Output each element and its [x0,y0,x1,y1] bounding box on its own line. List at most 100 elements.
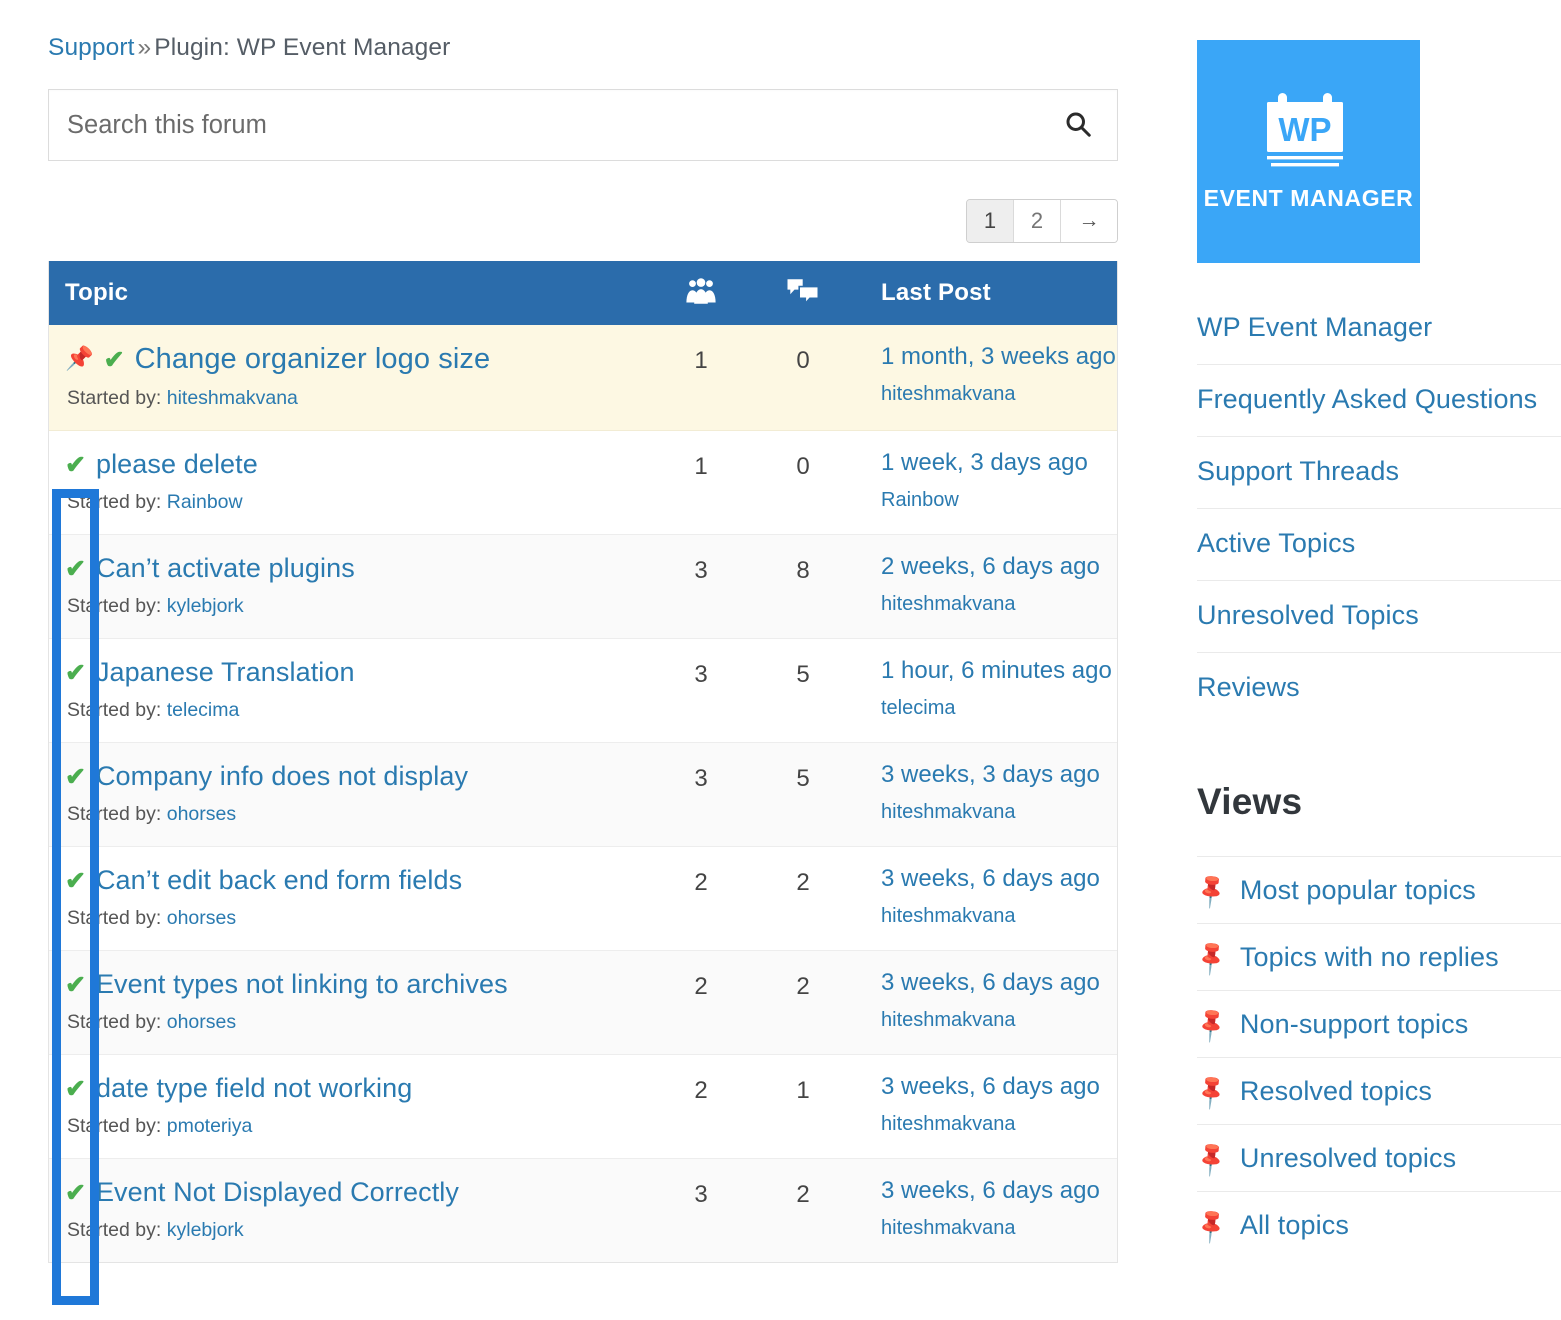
views-item-non-support-topics[interactable]: 📌 Non-support topics [1197,990,1561,1057]
last-post-time-link[interactable]: 3 weeks, 6 days ago [881,1073,1117,1101]
views-item-topics-with-no-replies[interactable]: 📌 Topics with no replies [1197,923,1561,990]
views-link[interactable]: Non-support topics [1240,1009,1468,1040]
column-header-voices [651,278,751,309]
sidebar-item-unresolved-topics[interactable]: Unresolved Topics [1197,581,1561,653]
topic-author-link[interactable]: kylebjork [167,1219,244,1241]
pin-icon: 📌 [1193,1073,1231,1111]
table-row[interactable]: ✔ Japanese Translation Started by: telec… [49,639,1117,743]
plugin-logo-title: EVENT MANAGER [1204,185,1414,212]
views-item-all-topics[interactable]: 📌 All topics [1197,1191,1561,1258]
topic-link[interactable]: date type field not working [96,1073,412,1104]
sidebar-nav: WP Event Manager Frequently Asked Questi… [1197,293,1561,724]
table-row[interactable]: ✔ Event Not Displayed Correctly Started … [49,1159,1117,1262]
sidebar-link[interactable]: Reviews [1197,672,1300,702]
search-input[interactable] [49,90,1117,160]
topic-author-link[interactable]: telecima [167,699,240,721]
last-post-time-link[interactable]: 1 week, 3 days ago [881,449,1117,477]
last-post-author-link[interactable]: hiteshmakvana [881,905,1016,927]
pager-page-2[interactable]: 2 [1014,200,1061,242]
last-post-author-link[interactable]: hiteshmakvana [881,1217,1016,1239]
topic-link[interactable]: Event Not Displayed Correctly [96,1177,459,1208]
sidebar-link[interactable]: Unresolved Topics [1197,600,1419,630]
last-post-time-link[interactable]: 1 month, 3 weeks ago [881,343,1117,371]
row-posts-count: 8 [751,553,855,618]
last-post-author-link[interactable]: Rainbow [881,489,959,511]
started-by: Started by: hiteshmakvana [65,387,651,410]
row-last-post-cell: 1 week, 3 days ago Rainbow [855,449,1117,514]
views-link[interactable]: Topics with no replies [1240,942,1499,973]
topic-author-link[interactable]: ohorses [167,1011,236,1033]
topic-author-link[interactable]: ohorses [167,907,236,929]
column-header-last-post: Last Post [855,279,1117,307]
table-row[interactable]: ✔ Company info does not display Started … [49,743,1117,847]
column-header-topic: Topic [49,279,651,307]
sidebar-link[interactable]: Frequently Asked Questions [1197,384,1537,414]
sidebar-link[interactable]: WP Event Manager [1197,312,1432,342]
pager-next-arrow-icon[interactable]: → [1061,200,1117,242]
breadcrumb-link-support[interactable]: Support [48,34,135,61]
table-row[interactable]: ✔ date type field not working Started by… [49,1055,1117,1159]
topic-author-link[interactable]: ohorses [167,803,236,825]
row-voices-count: 1 [651,449,751,514]
topic-author-link[interactable]: hiteshmakvana [167,387,298,409]
table-row[interactable]: ✔ Can’t edit back end form fields Starte… [49,847,1117,951]
resolved-check-icon: ✔ [65,1181,86,1206]
row-voices-count: 2 [651,1073,751,1138]
last-post-time-link[interactable]: 3 weeks, 6 days ago [881,1177,1117,1205]
topic-author-link[interactable]: Rainbow [167,491,243,513]
row-topic-cell: ✔ Company info does not display Started … [49,761,651,826]
table-row[interactable]: 📌 ✔ Change organizer logo size Started b… [49,325,1117,431]
views-item-resolved-topics[interactable]: 📌 Resolved topics [1197,1057,1561,1124]
started-by-label: Started by: [67,803,161,825]
last-post-time-link[interactable]: 3 weeks, 3 days ago [881,761,1117,789]
sidebar-link[interactable]: Support Threads [1197,456,1399,486]
pin-icon: 📌 [1193,939,1231,977]
views-list: 📌 Most popular topics 📌 Topics with no r… [1197,856,1561,1258]
views-link[interactable]: Unresolved topics [1240,1143,1456,1174]
topic-link[interactable]: Change organizer logo size [135,343,491,376]
views-item-most-popular-topics[interactable]: 📌 Most popular topics [1197,856,1561,923]
started-by-label: Started by: [67,387,161,409]
last-post-author-link[interactable]: hiteshmakvana [881,1113,1016,1135]
views-link[interactable]: All topics [1240,1210,1349,1241]
sidebar-link[interactable]: Active Topics [1197,528,1355,558]
views-heading: Views [1197,781,1561,823]
last-post-author-link[interactable]: hiteshmakvana [881,593,1016,615]
topic-link[interactable]: Can’t activate plugins [96,553,355,584]
views-item-unresolved-topics[interactable]: 📌 Unresolved topics [1197,1124,1561,1191]
started-by: Started by: pmoteriya [65,1115,651,1138]
last-post-author-link[interactable]: hiteshmakvana [881,383,1016,405]
search-button[interactable] [1051,90,1105,160]
row-voices-count: 3 [651,1177,751,1242]
topic-author-link[interactable]: kylebjork [167,595,244,617]
row-last-post-cell: 1 hour, 6 minutes ago telecima [855,657,1117,722]
last-post-time-link[interactable]: 2 weeks, 6 days ago [881,553,1117,581]
started-by-label: Started by: [67,1011,161,1033]
last-post-author-link[interactable]: telecima [881,697,955,719]
sidebar-item-reviews[interactable]: Reviews [1197,653,1561,724]
topic-link[interactable]: Japanese Translation [96,657,355,688]
last-post-time-link[interactable]: 3 weeks, 6 days ago [881,865,1117,893]
row-topic-cell: ✔ please delete Started by: Rainbow [49,449,651,514]
topic-link[interactable]: Can’t edit back end form fields [96,865,462,896]
table-row[interactable]: ✔ Can’t activate plugins Started by: kyl… [49,535,1117,639]
views-link[interactable]: Resolved topics [1240,1076,1432,1107]
sidebar-item-wp-event-manager[interactable]: WP Event Manager [1197,293,1561,365]
pager-page-1[interactable]: 1 [967,200,1014,242]
sidebar-item-faq[interactable]: Frequently Asked Questions [1197,365,1561,437]
last-post-time-link[interactable]: 3 weeks, 6 days ago [881,969,1117,997]
row-last-post-cell: 3 weeks, 6 days ago hiteshmakvana [855,1177,1117,1242]
table-row[interactable]: ✔ please delete Started by: Rainbow 1 0 … [49,431,1117,535]
last-post-author-link[interactable]: hiteshmakvana [881,801,1016,823]
last-post-author-link[interactable]: hiteshmakvana [881,1009,1016,1031]
sidebar-item-support-threads[interactable]: Support Threads [1197,437,1561,509]
last-post-author: hiteshmakvana [881,905,1117,928]
last-post-time-link[interactable]: 1 hour, 6 minutes ago [881,657,1117,685]
topic-author-link[interactable]: pmoteriya [167,1115,253,1137]
topic-link[interactable]: Event types not linking to archives [96,969,508,1000]
sidebar-item-active-topics[interactable]: Active Topics [1197,509,1561,581]
topic-link[interactable]: Company info does not display [96,761,468,792]
topic-link[interactable]: please delete [96,449,258,480]
table-row[interactable]: ✔ Event types not linking to archives St… [49,951,1117,1055]
views-link[interactable]: Most popular topics [1240,875,1476,906]
